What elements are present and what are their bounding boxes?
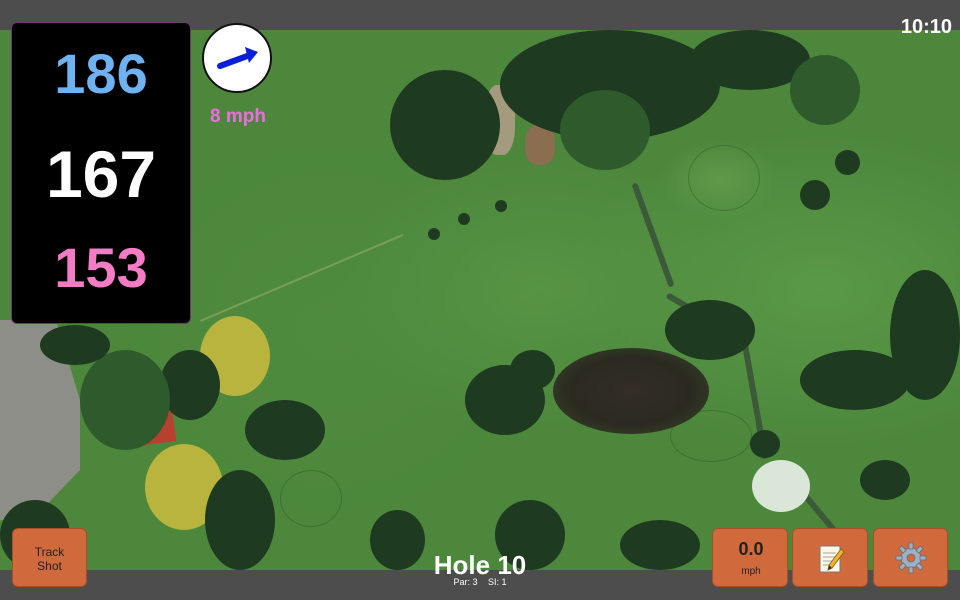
- tree-cluster: [245, 400, 325, 460]
- wind-speed-label: 8 mph: [210, 106, 266, 127]
- stroke-index-label: SI: 1: [488, 577, 507, 587]
- track-shot-button[interactable]: Track Shot: [12, 528, 87, 587]
- cart-path: [200, 234, 404, 322]
- creek: [631, 182, 675, 288]
- tree: [800, 180, 830, 210]
- pond: [553, 348, 709, 434]
- wind-direction-dial: [202, 23, 272, 93]
- middle-of-green-distance: 167: [45, 137, 157, 211]
- distance-panel: 186 167 153: [11, 22, 191, 324]
- tree-cluster: [790, 55, 860, 125]
- tree-cluster: [800, 350, 910, 410]
- tree: [510, 350, 555, 390]
- par-label: Par: 3: [453, 577, 478, 587]
- track-shot-label-line1: Track: [34, 545, 65, 559]
- tree: [40, 325, 110, 365]
- bush: [458, 213, 470, 225]
- putting-green: [688, 145, 760, 211]
- flowering-tree: [752, 460, 810, 512]
- tree: [835, 150, 860, 175]
- tree-cluster: [80, 350, 170, 450]
- scorecard-notes-button[interactable]: [792, 528, 868, 587]
- tree-cluster: [205, 470, 275, 570]
- notepad-icon: [819, 545, 845, 573]
- tree-cluster: [560, 90, 650, 170]
- tree-cluster: [390, 70, 500, 180]
- speed-button[interactable]: 0.0 mph: [712, 528, 788, 587]
- speed-value: 0.0: [738, 539, 764, 559]
- wind-arrow-icon: [217, 47, 258, 69]
- clock: 10:10: [900, 16, 952, 38]
- tee-box: [280, 470, 342, 527]
- bush: [428, 228, 440, 240]
- track-shot-label-line2: Shot: [37, 559, 62, 573]
- back-of-green-distance: 186: [54, 42, 148, 105]
- settings-button[interactable]: [873, 528, 948, 587]
- bush: [495, 200, 507, 212]
- gear-icon: [895, 542, 927, 574]
- tree: [750, 430, 780, 458]
- tree-cluster: [665, 300, 755, 360]
- tree-cluster: [620, 520, 700, 570]
- front-of-green-distance: 153: [54, 236, 148, 299]
- speed-unit: mph: [741, 566, 761, 577]
- tree: [860, 460, 910, 500]
- hole-info: Par: 3 SI: 1: [380, 577, 580, 587]
